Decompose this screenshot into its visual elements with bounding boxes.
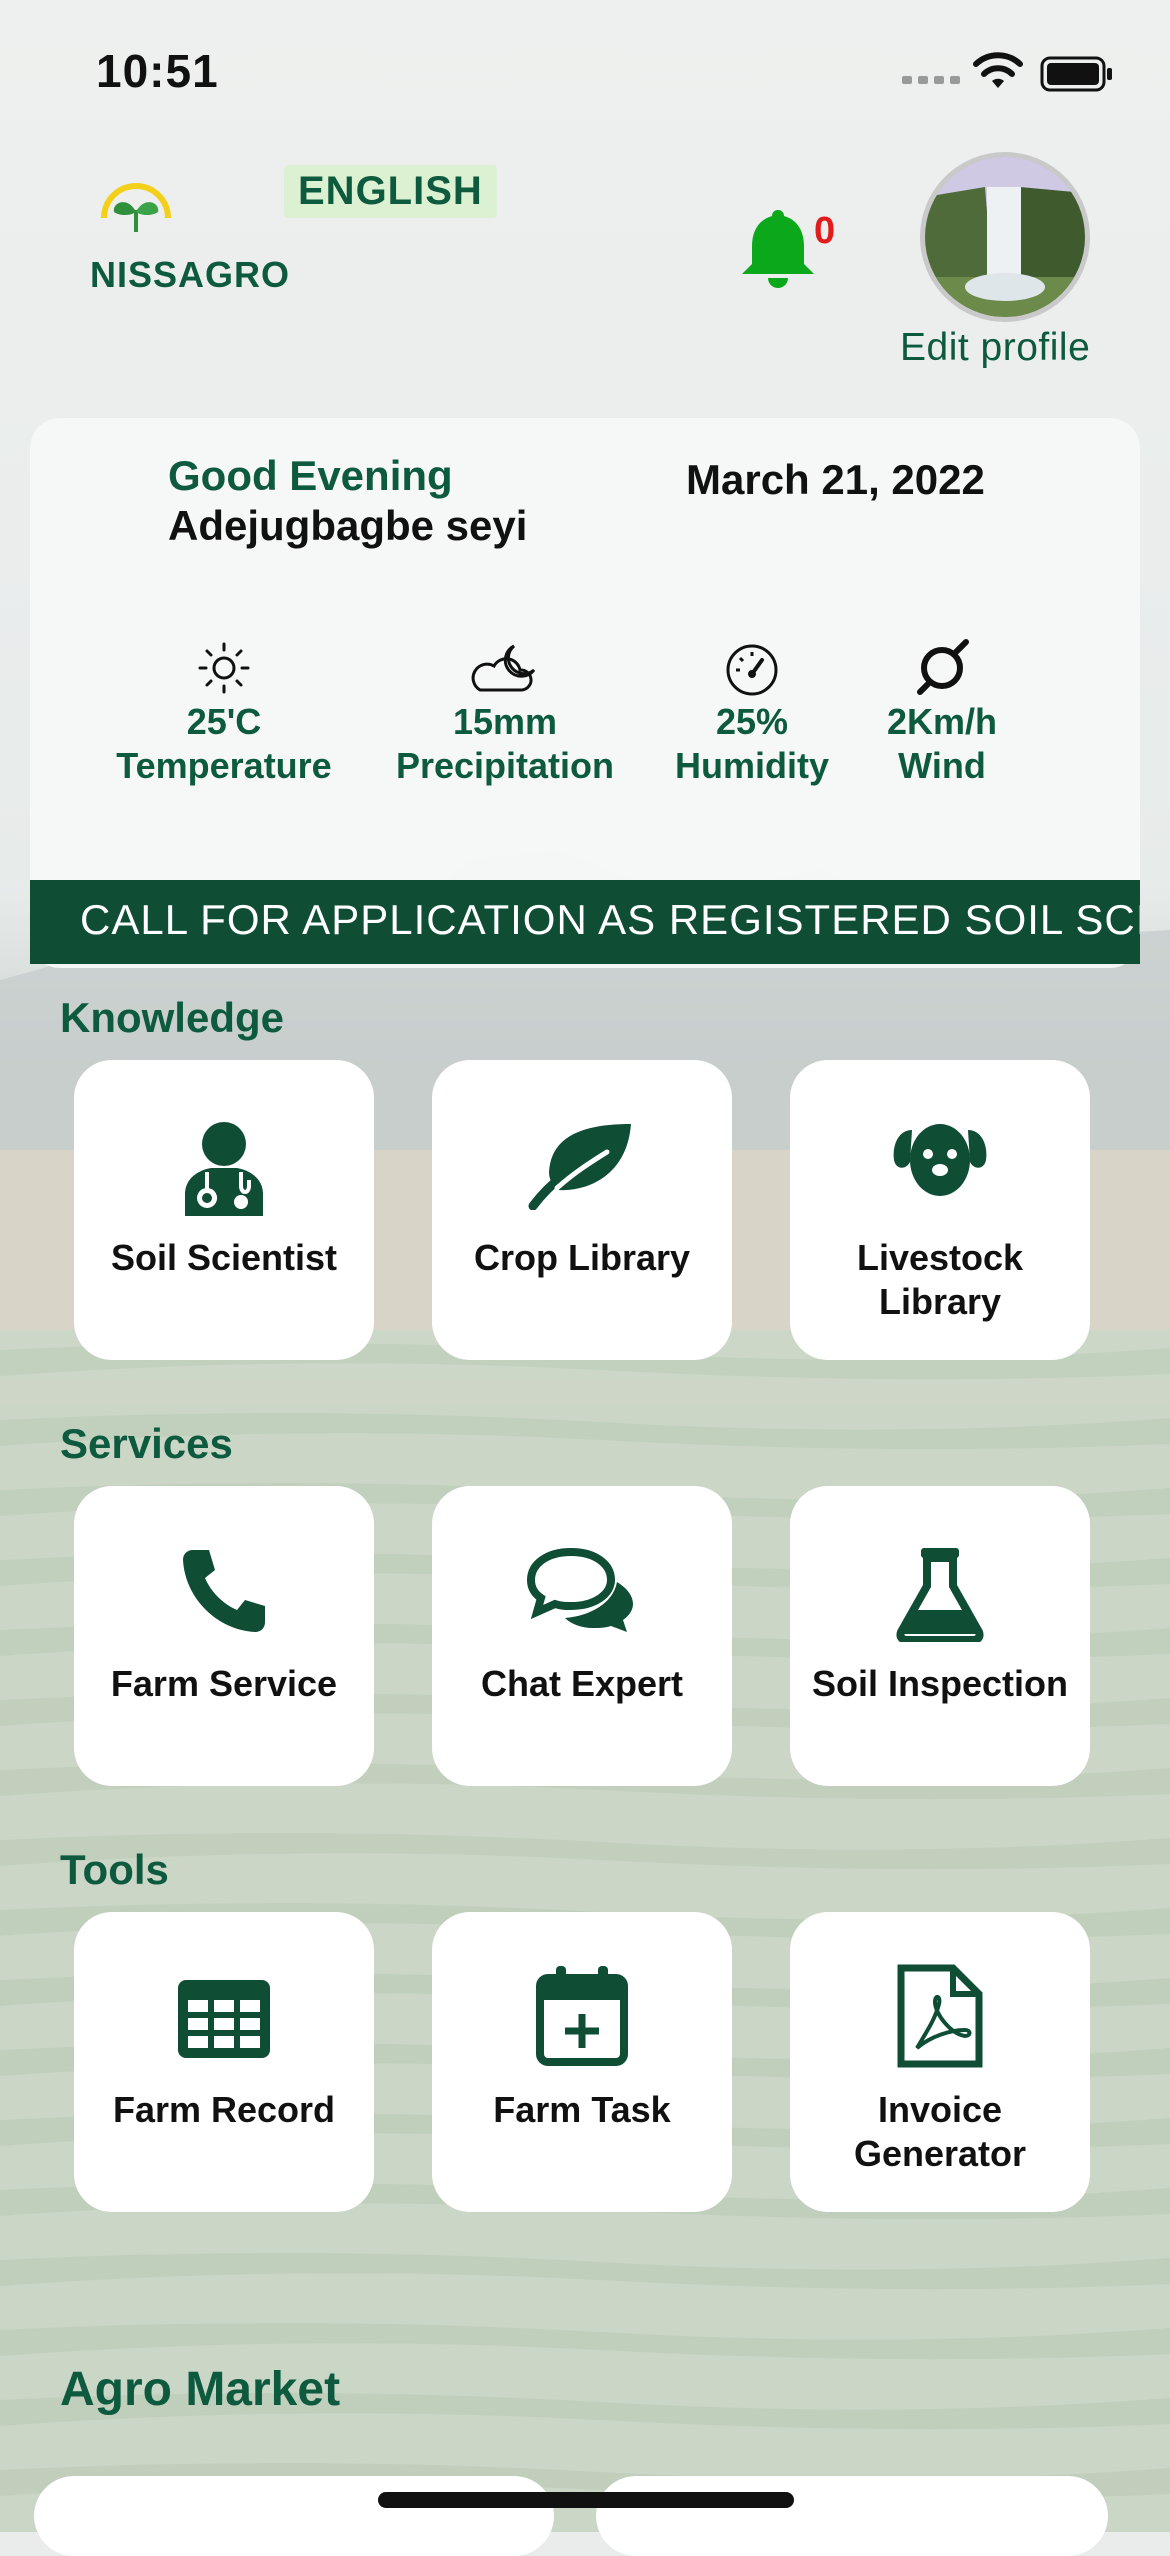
notification-bell-icon[interactable] bbox=[738, 206, 818, 288]
brand-name: NISSAGRO bbox=[90, 254, 291, 295]
phone-icon bbox=[183, 1550, 265, 1632]
temperature-label: Temperature bbox=[116, 745, 332, 786]
tile-label: Farm Service bbox=[110, 1663, 338, 1704]
profile-avatar[interactable] bbox=[920, 152, 1090, 322]
invoice-generator-button[interactable]: Invoice Generator bbox=[790, 1912, 1090, 2212]
wind-value: 2Km/h bbox=[886, 701, 998, 742]
sun-icon bbox=[198, 642, 250, 694]
tile-label: Soil Inspection bbox=[811, 1663, 1069, 1704]
humidity-value: 25% bbox=[715, 701, 789, 742]
calendar-plus-icon bbox=[536, 1966, 628, 2066]
section-title-knowledge: Knowledge bbox=[60, 994, 285, 1041]
flask-icon bbox=[896, 1548, 984, 1642]
section-title-agro-market: Agro Market bbox=[60, 2363, 341, 2416]
edit-profile-link[interactable]: Edit profile bbox=[900, 326, 1090, 370]
nissagro-logo-icon bbox=[101, 183, 171, 232]
crop-library-button[interactable]: Crop Library bbox=[432, 1060, 732, 1360]
tile-label: Farm Task bbox=[493, 2089, 671, 2130]
banner-text: CALL FOR APPLICATION AS REGISTERED SOIL … bbox=[80, 896, 1140, 943]
weather-wind: 2Km/h Wind bbox=[862, 636, 1022, 788]
tile-label: Soil Scientist bbox=[110, 1237, 338, 1278]
tile-label: Livestock Library bbox=[856, 1237, 1024, 1322]
gauge-icon bbox=[726, 644, 778, 696]
weather-precipitation: 15mm Precipitation bbox=[380, 640, 630, 788]
chat-icon bbox=[527, 1547, 633, 1632]
table-icon bbox=[178, 1980, 270, 2058]
market-card[interactable] bbox=[596, 2476, 1108, 2556]
pdf-file-icon bbox=[897, 1964, 983, 2068]
precipitation-value: 15mm bbox=[452, 701, 558, 742]
leaf-icon bbox=[528, 1124, 631, 1210]
soil-inspection-button[interactable]: Soil Inspection bbox=[790, 1486, 1090, 1786]
market-card[interactable] bbox=[34, 2476, 554, 2556]
tile-label: Farm Record bbox=[112, 2089, 336, 2130]
soil-scientist-button[interactable]: Soil Scientist bbox=[74, 1060, 374, 1360]
tile-label: Chat Expert bbox=[480, 1663, 684, 1704]
language-selector[interactable]: ENGLISH bbox=[284, 165, 497, 218]
farm-record-button[interactable]: Farm Record bbox=[74, 1912, 374, 2212]
home-indicator[interactable] bbox=[378, 2492, 794, 2508]
livestock-library-button[interactable]: Livestock Library bbox=[790, 1060, 1090, 1360]
tile-label: Invoice Generator bbox=[853, 2089, 1027, 2174]
weather-humidity: 25% Humidity bbox=[652, 640, 852, 788]
dog-icon bbox=[893, 1124, 987, 1196]
battery-icon bbox=[1040, 56, 1112, 92]
status-time: 10:51 bbox=[96, 45, 219, 97]
doctor-icon bbox=[185, 1122, 263, 1216]
precipitation-label: Precipitation bbox=[395, 745, 615, 786]
wifi-icon bbox=[973, 52, 1023, 88]
wind-icon bbox=[917, 639, 969, 695]
cellular-signal-icon bbox=[902, 76, 960, 84]
section-title-services: Services bbox=[60, 1420, 233, 1467]
cloud-moon-icon bbox=[471, 644, 536, 692]
farm-service-button[interactable]: Farm Service bbox=[74, 1486, 374, 1786]
section-title-tools: Tools bbox=[60, 1846, 169, 1893]
temperature-value: 25'C bbox=[186, 701, 262, 742]
waterfall-photo bbox=[925, 157, 1085, 317]
user-name: Adejugbagbe seyi bbox=[168, 502, 528, 549]
weather-temperature: 25'C Temperature bbox=[104, 640, 344, 788]
current-date: March 21, 2022 bbox=[686, 456, 985, 503]
farm-task-button[interactable]: Farm Task bbox=[432, 1912, 732, 2212]
chat-expert-button[interactable]: Chat Expert bbox=[432, 1486, 732, 1786]
wind-label: Wind bbox=[898, 745, 986, 786]
notification-count-badge: 0 bbox=[814, 210, 836, 252]
humidity-label: Humidity bbox=[674, 745, 829, 786]
greeting-text: Good Evening bbox=[168, 452, 453, 499]
tile-label: Crop Library bbox=[473, 1237, 691, 1278]
announcement-banner[interactable]: CALL FOR APPLICATION AS REGISTERED SOIL … bbox=[30, 880, 1140, 964]
